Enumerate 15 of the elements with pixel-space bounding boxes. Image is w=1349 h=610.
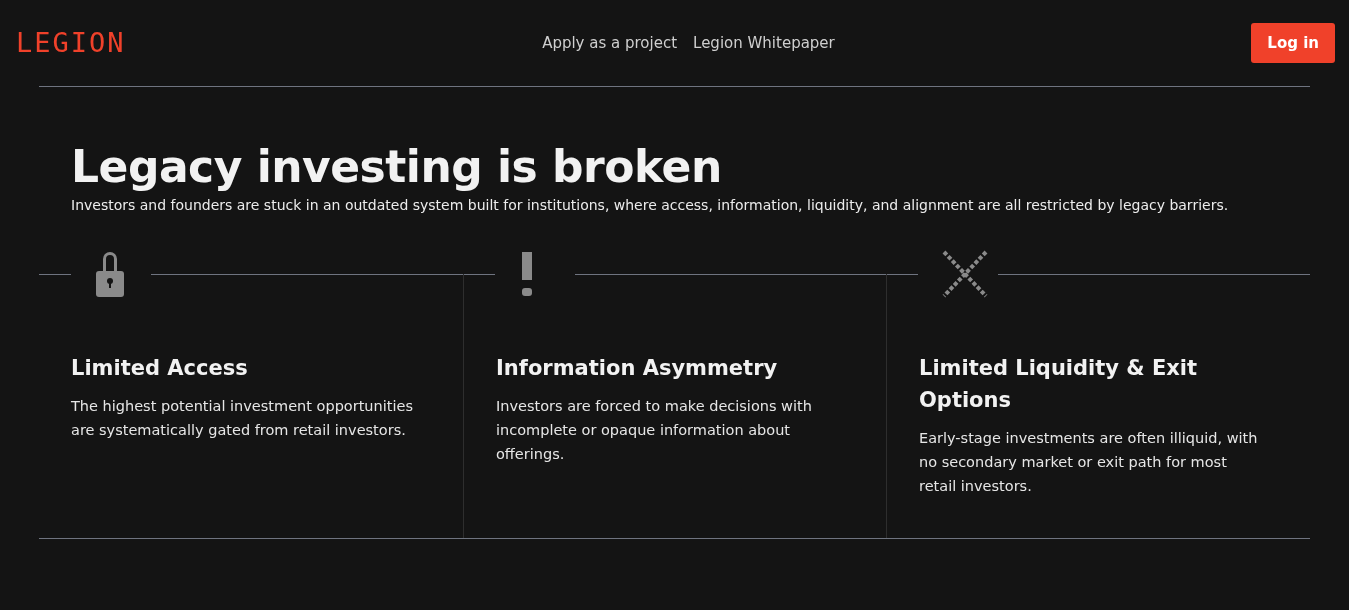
padlock-icon	[95, 249, 125, 300]
feature-description: The highest potential investment opportunities are systematically gated from retail investors.	[71, 397, 414, 441]
exclamation-icon	[519, 250, 535, 299]
feature-description: Early-stage investments are often illiquid, with no secondary market or exit path for most retail investors.	[919, 429, 1259, 497]
feature-title: Information Asymmetry	[496, 355, 779, 383]
feature-description: Investors are forced to make decisions with incomplete or opaque information about offerings.	[496, 397, 813, 465]
feature-title: Limited Liquidity & Exit Options	[919, 355, 1199, 415]
logo: LEGION	[16, 25, 126, 60]
hero-subtitle: Investors and founders are stuck in an outdated system built for institutions, where access, information, liquidity, and alignment are all restricted by legacy barriers.	[71, 196, 1230, 216]
cross-icon	[942, 250, 988, 299]
hero-title: Legacy investing is broken	[71, 143, 723, 192]
feature-title: Limited Access	[71, 355, 249, 383]
nav-link[interactable]: Legion Whitepaper	[693, 31, 835, 55]
nav-link[interactable]: Apply as a project	[542, 31, 678, 55]
login-button[interactable]: Log in	[1251, 22, 1335, 64]
